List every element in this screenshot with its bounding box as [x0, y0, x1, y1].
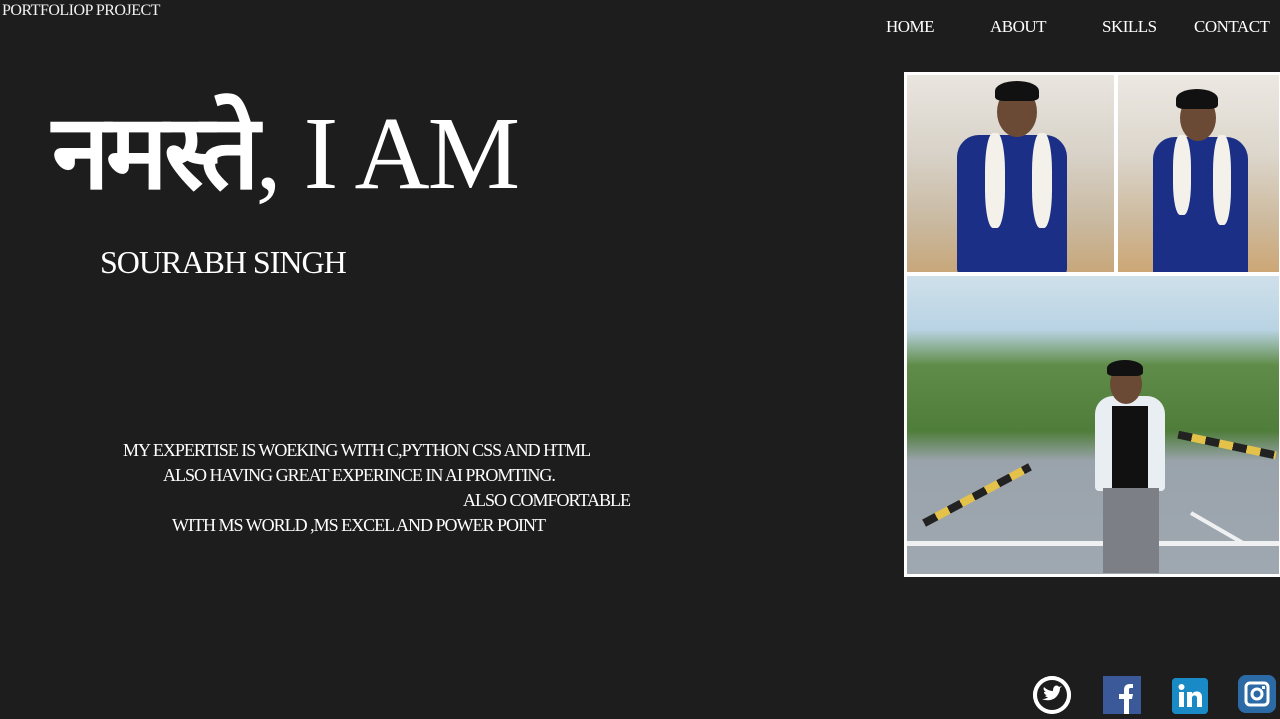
top-nav: HOME ABOUT SKILLS CONTACT	[0, 17, 1280, 39]
profile-photo-road	[907, 276, 1279, 574]
bio-line: MY EXPERTISE IS WOEKING WITH C,PYTHON CS…	[123, 440, 591, 460]
facebook-link[interactable]	[1103, 676, 1141, 714]
profile-photo-standing	[1118, 75, 1279, 272]
hero-heading: नमस्ते, I AM	[52, 91, 520, 230]
facebook-icon	[1103, 676, 1141, 714]
bio-line: ALSO HAVING GREAT EXPERINCE IN AI PROMTI…	[163, 465, 556, 485]
linkedin-icon	[1172, 678, 1208, 714]
twitter-icon	[1033, 676, 1071, 714]
nav-about-link[interactable]: ABOUT	[990, 17, 1047, 37]
hero-suffix: , I AM	[255, 96, 520, 211]
bio-line: WITH MS WORLD ,MS EXCEL AND POWER POINT	[172, 515, 546, 535]
instagram-link[interactable]	[1238, 675, 1276, 713]
profile-photo-sitting	[907, 75, 1114, 272]
nav-contact-link[interactable]: CONTACT	[1194, 17, 1270, 37]
bio-line: ALSO COMFORTABLE	[463, 490, 631, 510]
hero-greeting: नमस्ते	[52, 91, 260, 213]
instagram-icon	[1238, 675, 1276, 713]
nav-skills-link[interactable]: SKILLS	[1102, 17, 1157, 37]
twitter-link[interactable]	[1033, 676, 1071, 714]
hero-name: SOURABH SINGH	[100, 244, 347, 280]
nav-home-link[interactable]: HOME	[886, 17, 935, 37]
photo-collage	[904, 72, 1280, 577]
linkedin-link[interactable]	[1172, 678, 1208, 714]
